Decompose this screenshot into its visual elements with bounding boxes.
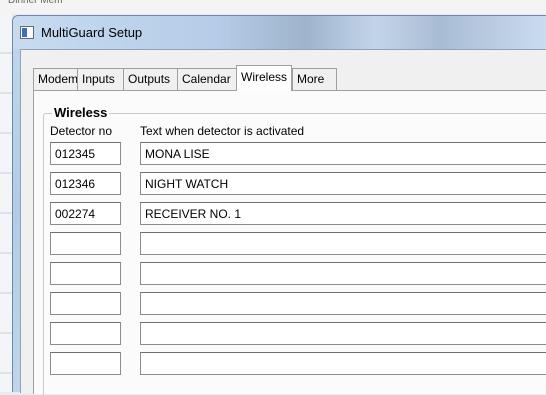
- detector-text-field[interactable]: [140, 322, 546, 345]
- detector-text-field[interactable]: [140, 292, 546, 315]
- detector-text-field[interactable]: [140, 262, 546, 285]
- detector-text-field[interactable]: [140, 232, 546, 255]
- tab-wireless[interactable]: Wireless: [236, 65, 292, 91]
- app-icon: [20, 26, 34, 39]
- setup-window: MultiGuard Setup Modem Inputs Outputs Ca…: [12, 15, 546, 395]
- detector-text-field[interactable]: [140, 172, 546, 195]
- tab-calendar[interactable]: Calendar: [177, 68, 238, 90]
- wireless-groupbox: Wireless Detector no Text when detector …: [43, 106, 546, 395]
- detector-number-field[interactable]: [50, 142, 121, 165]
- window-title: MultiGuard Setup: [41, 25, 143, 40]
- detector-number-field[interactable]: [50, 262, 121, 285]
- window-client-area: Modem Inputs Outputs Calendar Wireless M…: [20, 49, 546, 395]
- title-bar[interactable]: MultiGuard Setup: [13, 16, 546, 49]
- detector-text-field[interactable]: [140, 202, 546, 225]
- detector-number-field[interactable]: [50, 352, 121, 375]
- tab-inputs[interactable]: Inputs: [77, 68, 124, 90]
- tab-modem[interactable]: Modem: [33, 68, 78, 90]
- wireless-tab-panel: Wireless Detector no Text when detector …: [33, 90, 546, 395]
- detector-number-field[interactable]: [50, 232, 121, 255]
- tab-more[interactable]: More: [292, 68, 337, 90]
- detector-number-field[interactable]: [50, 322, 121, 345]
- background-window-edge: [0, 14, 12, 392]
- detector-column-header: Detector no: [50, 124, 113, 138]
- detector-text-field[interactable]: [140, 142, 546, 165]
- tab-outputs[interactable]: Outputs: [123, 68, 178, 90]
- detector-number-field[interactable]: [50, 292, 121, 315]
- detector-number-field[interactable]: [50, 202, 121, 225]
- text-column-header: Text when detector is activated: [140, 124, 305, 138]
- detector-text-field[interactable]: [140, 352, 546, 375]
- background-window-menubar: Dinner Mem: [0, 0, 546, 14]
- detector-number-field[interactable]: [50, 172, 121, 195]
- group-title: Wireless: [52, 105, 110, 120]
